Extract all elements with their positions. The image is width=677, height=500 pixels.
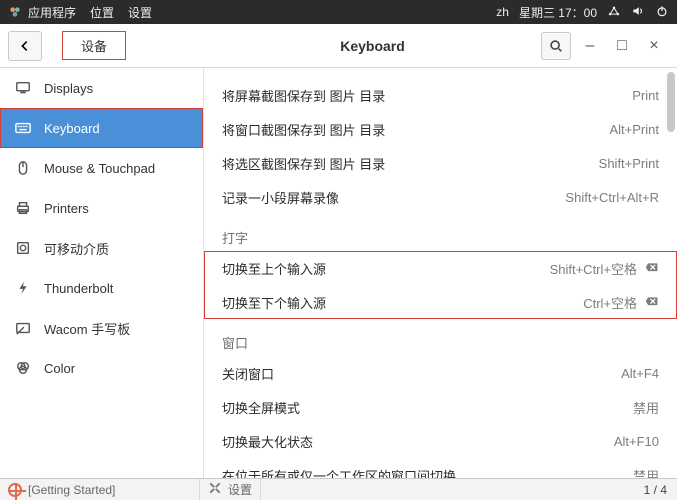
sound-icon[interactable] [631, 4, 645, 21]
thunderbolt-icon [14, 280, 32, 296]
shortcut-combo: Print [632, 88, 659, 103]
shortcut-combo: 禁用 [633, 398, 659, 417]
power-icon[interactable] [655, 4, 669, 21]
shortcut-combo: Alt+F10 [614, 434, 659, 449]
shortcut-desc: 切换至上个输入源 [222, 259, 326, 278]
sidebar-item-label: Displays [44, 81, 93, 96]
shortcut-desc: 切换最大化状态 [222, 432, 313, 451]
close-button[interactable]: × [641, 33, 667, 59]
window-header: 设备 Keyboard – □ × [0, 24, 677, 68]
shortcut-row[interactable]: 切换至下个输入源 Ctrl+空格 [222, 285, 659, 319]
clock[interactable]: 星期三 17：00 [519, 4, 597, 21]
shortcut-row[interactable]: 切换至上个输入源 Shift+Ctrl+空格 [222, 251, 659, 285]
maximize-button[interactable]: □ [609, 33, 635, 59]
sidebar-item-wacom-[interactable]: Wacom 手写板 [0, 308, 203, 348]
section-window: 窗口 [222, 319, 659, 356]
content-pane: 将屏幕截图保存到 图片 目录 Print 将窗口截图保存到 图片 目录 Alt+… [204, 68, 677, 478]
color-icon [14, 360, 32, 376]
activities-icon [8, 5, 22, 19]
clear-icon[interactable] [645, 261, 659, 275]
back-button[interactable] [8, 31, 42, 61]
minimize-button[interactable]: – [577, 33, 603, 59]
taskbar: [Getting Started] 设置 1 / 4 [0, 478, 677, 500]
display-icon [14, 80, 32, 96]
clear-icon[interactable] [645, 295, 659, 309]
task-settings[interactable]: 设置 [200, 479, 261, 500]
mouse-icon [14, 160, 32, 176]
shortcut-row[interactable]: 将选区截图保存到 图片 目录 Shift+Print [222, 146, 659, 180]
shortcut-row[interactable]: 记录一小段屏幕录像 Shift+Ctrl+Alt+R [222, 180, 659, 214]
shortcut-combo: Shift+Print [599, 156, 659, 171]
menu-applications[interactable]: 应用程序 [28, 4, 76, 21]
sidebar-item-label: Mouse & Touchpad [44, 161, 155, 176]
sidebar-item-mouse-touchpad[interactable]: Mouse & Touchpad [0, 148, 203, 188]
help-icon [8, 483, 22, 497]
shortcut-combo: Alt+F4 [621, 366, 659, 381]
sidebar-item-printers[interactable]: Printers [0, 188, 203, 228]
sidebar-item-label: Keyboard [44, 121, 100, 136]
shortcut-desc: 切换至下个输入源 [222, 293, 326, 312]
breadcrumb[interactable]: 设备 [62, 31, 126, 60]
task-getting-started[interactable]: [Getting Started] [0, 479, 200, 500]
shortcut-combo: Alt+Print [610, 122, 660, 137]
tablet-icon [14, 320, 32, 336]
network-icon[interactable] [607, 4, 621, 21]
shortcut-row[interactable]: 切换全屏模式 禁用 [222, 390, 659, 424]
sidebar-item-color[interactable]: Color [0, 348, 203, 388]
task-label: [Getting Started] [28, 483, 115, 497]
keyboard-icon [14, 120, 32, 136]
shortcut-desc: 将窗口截图保存到 图片 目录 [222, 120, 385, 139]
shortcut-desc: 将选区截图保存到 图片 目录 [222, 154, 385, 173]
typing-group: 切换至上个输入源 Shift+Ctrl+空格 切换至下个输入源 Ctrl+空格 [204, 251, 677, 319]
shortcut-desc: 在位于所有或仅一个工作区的窗口间切换 [222, 466, 456, 479]
lang-indicator[interactable]: zh [496, 5, 509, 19]
sidebar-item-displays[interactable]: Displays [0, 68, 203, 108]
system-topbar: 应用程序 位置 设置 zh 星期三 17：00 [0, 0, 677, 24]
shortcut-combo: 禁用 [633, 466, 659, 479]
shortcut-combo: Shift+Ctrl+Alt+R [565, 190, 659, 205]
shortcut-row[interactable]: 将窗口截图保存到 图片 目录 Alt+Print [222, 112, 659, 146]
task-label: 设置 [228, 481, 252, 498]
shortcut-desc: 关闭窗口 [222, 364, 274, 383]
chevron-left-icon [17, 38, 33, 54]
section-typing: 打字 [222, 214, 659, 251]
shortcut-row[interactable]: 关闭窗口 Alt+F4 [222, 356, 659, 390]
sidebar-item-label: Thunderbolt [44, 281, 113, 296]
page-title: Keyboard [204, 38, 541, 54]
sidebar-item-keyboard[interactable]: Keyboard [0, 108, 203, 148]
shortcut-row[interactable]: 将屏幕截图保存到 图片 目录 Print [222, 78, 659, 112]
shortcut-desc: 记录一小段屏幕录像 [222, 188, 339, 207]
shortcut-row[interactable]: 切换最大化状态 Alt+F10 [222, 424, 659, 458]
sidebar: Displays Keyboard Mouse & Touchpad Printers… [0, 68, 204, 478]
shortcut-combo: Ctrl+空格 [583, 293, 659, 312]
sidebar-item--[interactable]: 可移动介质 [0, 228, 203, 268]
printer-icon [14, 200, 32, 216]
search-button[interactable] [541, 32, 571, 60]
sidebar-item-label: Printers [44, 201, 89, 216]
scrollbar[interactable] [667, 72, 675, 132]
sidebar-item-label: Color [44, 361, 75, 376]
shortcut-row[interactable]: 在位于所有或仅一个工作区的窗口间切换 禁用 [222, 458, 659, 478]
sidebar-item-label: 可移动介质 [44, 239, 109, 258]
shortcut-desc: 切换全屏模式 [222, 398, 300, 417]
tools-icon [208, 481, 222, 498]
shortcut-combo: Shift+Ctrl+空格 [550, 259, 659, 278]
sidebar-item-thunderbolt[interactable]: Thunderbolt [0, 268, 203, 308]
drive-icon [14, 240, 32, 256]
sidebar-item-label: Wacom 手写板 [44, 319, 130, 338]
menu-places[interactable]: 位置 [90, 4, 114, 21]
shortcut-desc: 将屏幕截图保存到 图片 目录 [222, 86, 385, 105]
search-icon [548, 38, 564, 54]
menu-settings[interactable]: 设置 [128, 4, 152, 21]
workspace-pager[interactable]: 1 / 4 [634, 483, 677, 497]
